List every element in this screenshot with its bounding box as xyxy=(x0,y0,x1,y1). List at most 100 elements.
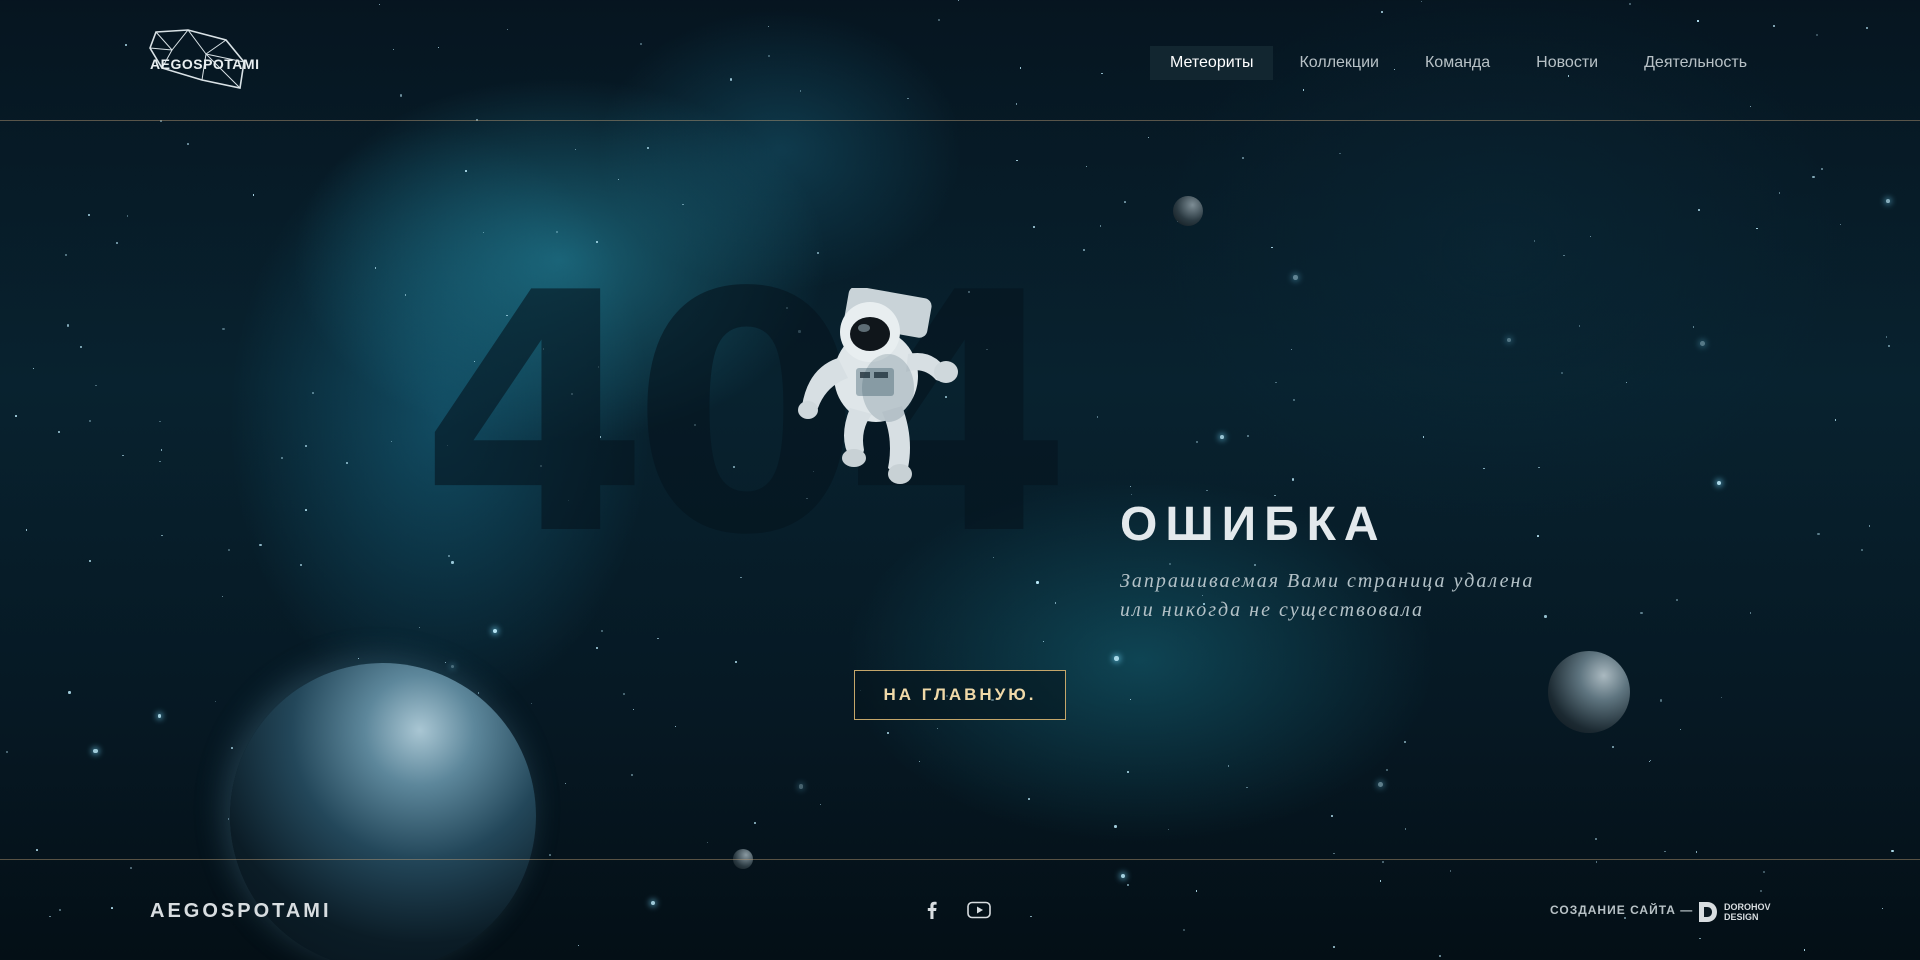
star xyxy=(1167,828,1169,830)
star xyxy=(1293,399,1295,401)
star xyxy=(1293,275,1298,280)
star xyxy=(1507,337,1511,342)
star xyxy=(617,179,619,181)
star xyxy=(1861,549,1863,551)
star xyxy=(798,784,804,789)
star xyxy=(1560,372,1563,374)
star xyxy=(1333,852,1336,855)
dorohov-design-logo[interactable]: DOROHOV DESIGN xyxy=(1696,900,1776,924)
star xyxy=(1821,168,1823,170)
star xyxy=(1148,136,1150,138)
nav-item-team[interactable]: Команда xyxy=(1405,46,1510,80)
star xyxy=(259,543,262,547)
star xyxy=(1377,782,1383,788)
star xyxy=(1129,486,1131,488)
star xyxy=(159,460,162,463)
logo-text: AEGOSPOTAMI xyxy=(150,56,260,72)
star xyxy=(1083,249,1086,251)
star xyxy=(1196,441,1198,443)
star xyxy=(1891,850,1894,853)
star xyxy=(1756,228,1758,230)
error-description: Запрашиваемая Вами страница удалена или … xyxy=(1120,567,1680,625)
star xyxy=(1717,481,1722,486)
site-logo[interactable]: AEGOSPOTAMI xyxy=(148,28,260,92)
star xyxy=(753,821,756,824)
star xyxy=(374,267,377,269)
star xyxy=(1099,225,1102,227)
star xyxy=(478,692,480,694)
star xyxy=(186,143,189,145)
star xyxy=(1206,489,1208,491)
star xyxy=(1698,209,1701,212)
nav-item-activity[interactable]: Деятельность xyxy=(1624,46,1767,80)
star xyxy=(1404,828,1407,830)
star xyxy=(1885,336,1888,338)
youtube-icon[interactable] xyxy=(966,898,992,922)
star xyxy=(1404,741,1407,744)
star xyxy=(1659,699,1663,702)
star xyxy=(222,327,225,331)
star xyxy=(299,563,302,567)
error-title: ОШИБКА xyxy=(1120,498,1387,551)
star xyxy=(1271,246,1274,249)
star xyxy=(228,549,231,551)
star xyxy=(57,430,60,433)
studio-name-line-1: DOROHOV xyxy=(1724,902,1771,912)
star xyxy=(1386,769,1389,772)
star xyxy=(1578,325,1581,327)
star xyxy=(116,241,119,244)
star xyxy=(305,509,307,512)
star xyxy=(734,661,737,664)
star xyxy=(126,215,129,217)
star xyxy=(549,854,551,856)
star xyxy=(88,213,91,216)
nav-item-meteorites[interactable]: Метеориты xyxy=(1150,46,1274,80)
star xyxy=(1254,563,1257,567)
star xyxy=(1625,381,1628,384)
dorohov-design-icon xyxy=(1699,902,1717,922)
star xyxy=(1126,770,1130,773)
star xyxy=(357,658,360,660)
star xyxy=(1130,493,1133,496)
star xyxy=(1290,348,1293,351)
star xyxy=(1721,697,1723,699)
nav-item-collections[interactable]: Коллекции xyxy=(1279,46,1398,80)
star xyxy=(657,638,659,640)
star xyxy=(1291,478,1294,481)
star xyxy=(1124,200,1127,203)
star xyxy=(819,803,821,805)
star xyxy=(646,147,649,150)
facebook-icon[interactable] xyxy=(925,898,939,922)
star xyxy=(160,449,163,451)
star xyxy=(464,169,467,172)
star xyxy=(1538,467,1540,469)
star xyxy=(93,748,98,754)
main-nav: Метеориты Коллекции Команда Новости Деят… xyxy=(1150,46,1773,80)
home-button[interactable]: НА ГЛАВНУЮ. xyxy=(854,670,1066,720)
star xyxy=(565,782,567,785)
star xyxy=(1043,640,1045,642)
star xyxy=(390,441,392,443)
star xyxy=(1227,765,1230,768)
star xyxy=(89,560,92,563)
star xyxy=(1834,419,1837,421)
star xyxy=(1563,254,1565,257)
star xyxy=(1695,850,1698,853)
star xyxy=(1275,381,1278,384)
star xyxy=(33,367,35,369)
star xyxy=(157,714,161,718)
star xyxy=(1679,728,1682,731)
star xyxy=(1247,435,1250,438)
nav-item-news[interactable]: Новости xyxy=(1516,46,1618,80)
star xyxy=(1888,344,1891,348)
star xyxy=(1096,416,1099,418)
star xyxy=(418,626,421,629)
star xyxy=(596,647,599,650)
star xyxy=(68,691,71,694)
star xyxy=(311,392,314,395)
star xyxy=(633,709,635,711)
star xyxy=(1246,786,1248,789)
star xyxy=(1664,850,1666,853)
star xyxy=(918,760,921,762)
star xyxy=(214,700,216,702)
